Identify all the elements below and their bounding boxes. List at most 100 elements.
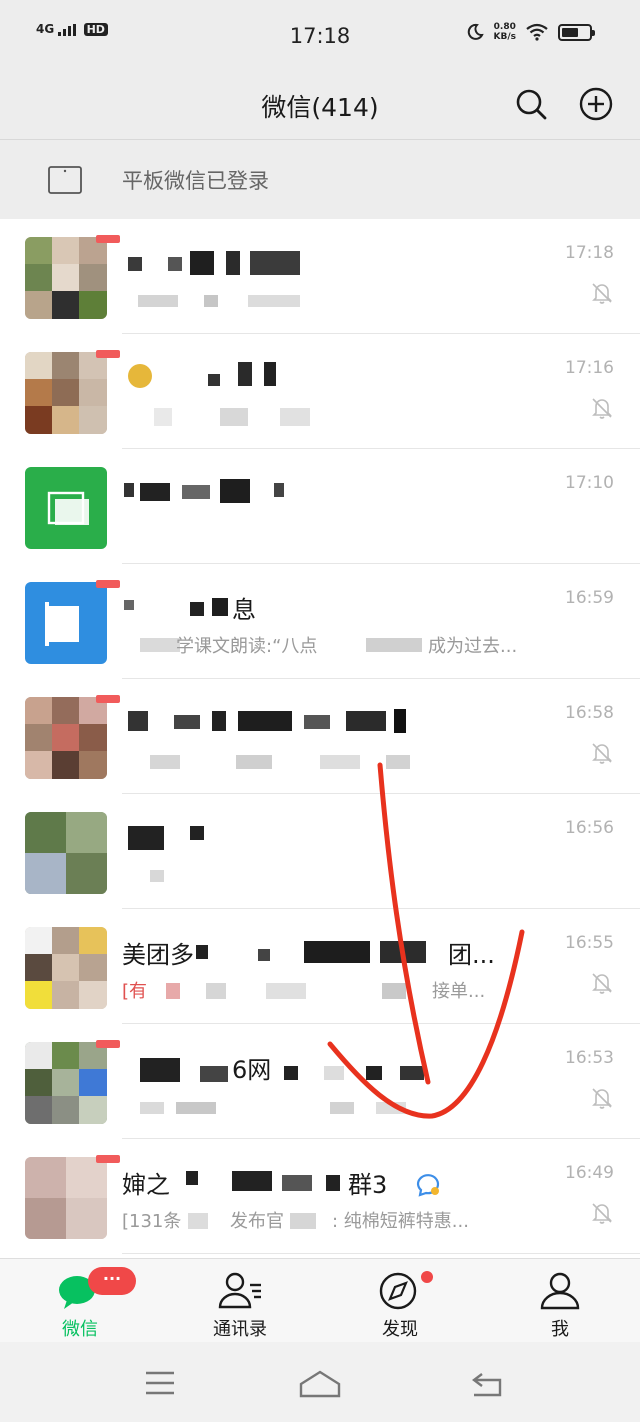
folder-icon: [47, 491, 89, 525]
chat-item[interactable]: 6网 16:53: [0, 1024, 640, 1139]
redacted-preview: [166, 981, 426, 1001]
unread-dot: [96, 695, 120, 703]
tab-me[interactable]: 我: [480, 1259, 640, 1343]
redacted-title: [124, 479, 292, 503]
chat-item[interactable]: 16:58: [0, 679, 640, 794]
service-avatar: [25, 582, 107, 664]
device-login-banner[interactable]: 平板微信已登录: [0, 141, 640, 219]
moon-icon: [467, 23, 484, 40]
unread-dot: [96, 350, 120, 358]
new-dot: [419, 1269, 435, 1285]
chat-time: 17:18: [565, 243, 614, 263]
unread-dot: [96, 235, 120, 243]
tab-bar: ··· 微信 通讯录 发现 我: [0, 1258, 640, 1342]
redacted-title: [196, 939, 442, 965]
chat-item[interactable]: 息 学课文朗读:“八点 成为过去... 16:59: [0, 564, 640, 679]
chat-item[interactable]: 17:10: [0, 449, 640, 564]
search-button[interactable]: [513, 86, 549, 122]
mute-bell-icon: [592, 398, 612, 419]
folder-avatar: [25, 467, 107, 549]
book-icon: [45, 602, 79, 646]
chat-time: 16:58: [565, 703, 614, 723]
redacted-preview: [140, 408, 310, 426]
group-avatar: [25, 1157, 107, 1239]
chat-title: 团...: [448, 941, 495, 969]
tab-label: 我: [551, 1319, 569, 1340]
chat-preview: 接单...: [432, 981, 486, 1002]
chat-title: 群3: [348, 1171, 388, 1199]
tab-contacts[interactable]: 通讯录: [160, 1259, 320, 1343]
redacted-preview: [366, 636, 422, 654]
chat-time: 16:56: [565, 818, 614, 838]
status-icons: 0.80 KB/s: [466, 22, 595, 42]
chat-title: 息: [232, 596, 256, 624]
redacted-title: [128, 826, 208, 850]
net-speed: 0.80 KB/s: [493, 22, 516, 42]
redacted-preview: [140, 1100, 440, 1116]
chat-item[interactable]: 17:16: [0, 334, 640, 449]
chat-item[interactable]: 美团多 团... [有 接单... 16:55: [0, 909, 640, 1024]
tab-discover[interactable]: 发现: [320, 1259, 480, 1343]
unread-dot: [96, 1155, 120, 1163]
chat-item[interactable]: 婶之 群3 [131条 发布官 : 纯棉短裤特惠... 16:49: [0, 1139, 640, 1254]
tablet-icon: [48, 166, 82, 194]
tab-chats[interactable]: ··· 微信: [0, 1259, 160, 1343]
mute-bell-icon: [592, 743, 612, 764]
tab-label: 发现: [382, 1319, 418, 1340]
contacts-icon: [218, 1272, 261, 1309]
add-button[interactable]: [578, 86, 614, 122]
chat-preview-alert: [有: [122, 981, 148, 1002]
compass-icon: [379, 1272, 417, 1310]
search-icon: [516, 89, 547, 120]
redacted-title: [128, 709, 408, 733]
unread-dot: [96, 580, 120, 588]
unread-dot: [96, 1040, 120, 1048]
redacted-preview: [188, 1211, 224, 1229]
chat-item[interactable]: 16:56: [0, 794, 640, 909]
mute-bell-icon: [592, 973, 612, 994]
group-avatar: [25, 352, 107, 434]
chat-time: 17:16: [565, 358, 614, 378]
person-icon: [540, 1272, 580, 1310]
divider: [122, 1253, 640, 1254]
system-nav-bar: [0, 1342, 640, 1422]
menu-icon[interactable]: [144, 1370, 176, 1396]
redacted-preview: [150, 868, 170, 884]
redacted-preview: [128, 293, 300, 309]
group-avatar: [25, 927, 107, 1009]
mute-bell-icon: [592, 1088, 612, 1109]
redacted-preview: [140, 753, 420, 771]
chat-time: 17:10: [565, 473, 614, 493]
device-login-label: 平板微信已登录: [122, 169, 269, 193]
chat-title: 6网: [232, 1056, 272, 1084]
chat-preview: 成为过去...: [428, 636, 518, 657]
redacted-preview: [290, 1211, 330, 1229]
battery-icon: [558, 23, 595, 41]
tab-label: 通讯录: [213, 1319, 267, 1340]
status-bar: 4G HD 17:18 0.80 KB/s: [0, 0, 640, 72]
redacted-title: [140, 1058, 230, 1082]
plus-circle-icon: [579, 87, 613, 121]
redacted-title: [284, 1062, 444, 1082]
enterprise-badge-icon: [416, 1174, 440, 1197]
chat-time: 16:49: [565, 1163, 614, 1183]
chat-item[interactable]: 17:18: [0, 219, 640, 334]
redacted-title: [128, 362, 288, 390]
chat-list: 17:18 17:16 17:10 息 学课文朗读:“八点 成为过去... 16…: [0, 219, 640, 1258]
header: 微信(414): [0, 72, 640, 140]
chat-preview: 学课文朗读:“八点: [176, 636, 318, 657]
wifi-icon: [526, 23, 548, 41]
chat-time: 16:59: [565, 588, 614, 608]
back-icon[interactable]: [470, 1370, 504, 1398]
tab-label: 微信: [62, 1319, 98, 1340]
chat-title: 美团多: [122, 941, 194, 969]
chat-title: 婶之: [122, 1171, 170, 1199]
redacted-title: [124, 596, 234, 618]
group-avatar: [25, 1042, 107, 1124]
home-icon[interactable]: [298, 1370, 342, 1398]
chat-preview: [131条: [122, 1211, 182, 1232]
contact-avatar: [25, 812, 107, 894]
redacted-title: [186, 1169, 342, 1193]
redacted-title: [128, 251, 300, 275]
redacted-preview: [140, 636, 180, 654]
